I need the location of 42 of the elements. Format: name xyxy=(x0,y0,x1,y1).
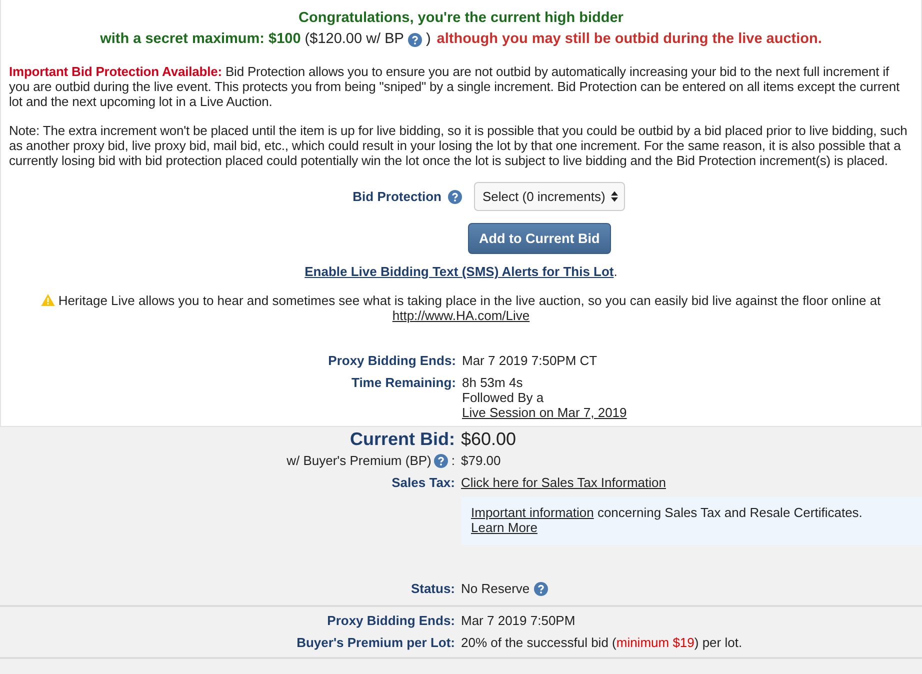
warning-icon xyxy=(41,294,56,306)
outbid-warning: although you may still be outbid during the live auction. xyxy=(436,30,822,49)
add-to-current-bid-button[interactable]: Add to Current Bid xyxy=(468,223,611,254)
help-icon[interactable] xyxy=(448,190,462,204)
live-session-link[interactable]: Live Session on Mar 7, 2019 xyxy=(462,405,913,420)
status-value: No Reserve xyxy=(461,581,530,597)
buyers-premium-per-lot-text: 20% of the successful bid (minimum $19) per lot. xyxy=(461,635,744,651)
time-remaining-value: 8h 53m 4s xyxy=(462,375,524,390)
proxy-ends-label: Proxy Bidding Ends: xyxy=(328,353,456,369)
status-label: Status: xyxy=(410,581,455,597)
congratulations-heading: Congratulations, you're the current high bidder xyxy=(298,9,624,28)
buyers-premium-per-lot-label: Buyer's Premium per Lot: xyxy=(296,635,455,651)
sales-tax-link[interactable]: Click here for Sales Tax Information xyxy=(461,475,914,491)
proxy-ends-value: Mar 7 2019 7:50PM CT xyxy=(462,353,598,369)
help-icon[interactable] xyxy=(534,582,548,596)
proxy-ends-label: Proxy Bidding Ends: xyxy=(327,613,455,629)
label-colon: : xyxy=(451,453,455,469)
buyers-premium-value: $79.00 xyxy=(461,453,502,469)
heritage-live-link[interactable]: http://www.HA.com/Live xyxy=(392,308,530,323)
followed-by-text: Followed By a xyxy=(462,390,545,405)
secret-maximum: with a secret maximum: $100 xyxy=(100,30,301,49)
buyers-premium-label: w/ Buyer's Premium (BP) xyxy=(286,453,432,469)
proxy-ends-value: Mar 7 2019 7:50PM xyxy=(461,613,576,629)
sales-tax-info-text: Important information concerning Sales Tax and Resale Certificates. xyxy=(471,505,862,520)
bid-protection-text: Important Bid Protection Available: Bid Protection allows you to ensure you are not outbid by automatically increasing your bid to the next full increment if you are outbid during the live event. This protects you from being "sniped" by a single increment. Bid Protection can be entered on all items except the current lot and the next upcoming lot in a Live Auction. xyxy=(9,64,900,109)
bid-protection-select[interactable]: Select (0 increments) xyxy=(474,182,626,211)
important-information-link[interactable]: Important information xyxy=(471,505,594,520)
current-bid-value: $60.00 xyxy=(461,431,518,447)
time-remaining-label: Time Remaining: xyxy=(351,375,456,391)
bp-amount: ($120.00 w/ BP xyxy=(304,30,404,49)
current-bid-label: Current Bid: xyxy=(350,431,455,447)
heritage-live-text: Heritage Live allows you to hear and sometimes see what is taking place in the live auction, so you can easily bid live against the floor online at http://www.HA.com/Live xyxy=(58,293,881,323)
sms-alert-text: Enable Live Bidding Text (SMS) Alerts for This Lot. xyxy=(304,264,618,279)
learn-more-link[interactable]: Learn More xyxy=(471,520,912,535)
bp-close: ) xyxy=(426,30,431,49)
help-icon[interactable] xyxy=(434,454,448,468)
bid-protection-label: Bid Protection xyxy=(352,189,442,204)
note-text: Note: The extra increment won't be placed until the item is up for live bidding, so it is possible that you could be outbid by a bid placed prior to live bidding, such as another proxy bid, live proxy bid, mail bid, etc., which could result in your losing the lot by that one increment. For the same reason, it is also possible that a currently losing bid with bid protection placed could potentially win the lot once the lot is subject to live bidding and the Bid Protection increment(s) is placed. xyxy=(9,123,908,168)
sms-alerts-link[interactable]: Enable Live Bidding Text (SMS) Alerts for This Lot xyxy=(304,264,614,279)
help-icon[interactable] xyxy=(408,32,422,46)
dropdown-arrows-icon xyxy=(611,191,618,202)
sales-tax-label: Sales Tax: xyxy=(392,475,455,491)
